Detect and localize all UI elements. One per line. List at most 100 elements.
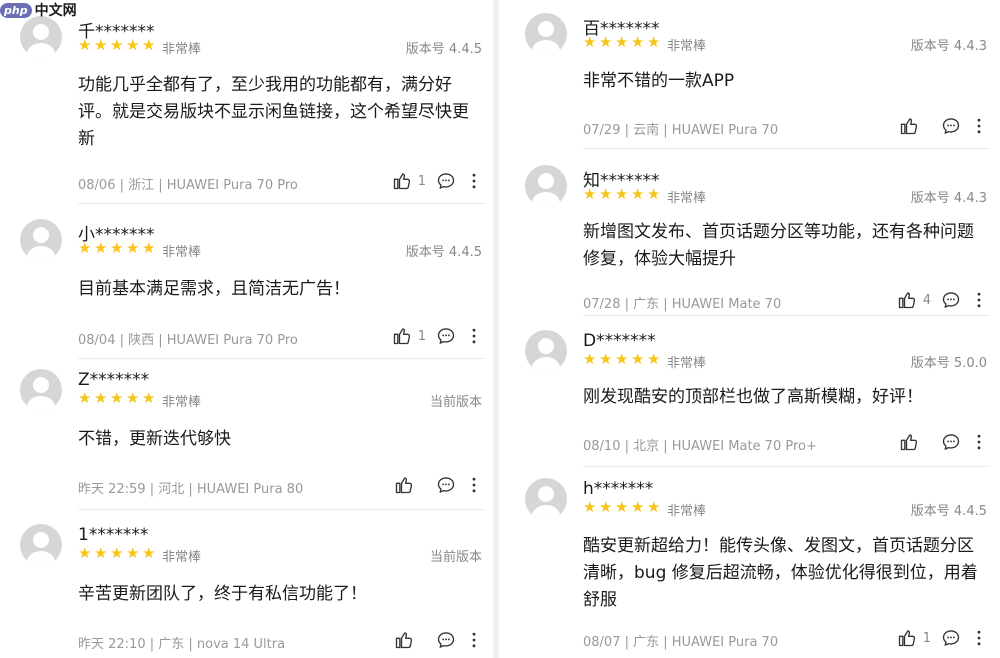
star-icon: ★ [599, 350, 613, 368]
avatar-icon[interactable] [525, 13, 567, 55]
review-actions [394, 475, 482, 495]
more-vertical-icon [977, 630, 981, 646]
review-meta: 07/28 | 广东 | HUAWEI Mate 70 [583, 297, 782, 312]
version-label: 版本号 4.4.3 [910, 191, 987, 206]
more-button[interactable] [971, 628, 987, 648]
star-icon: ★ [78, 36, 92, 54]
rating-label: 非常棒 [667, 504, 707, 519]
review-card: 1******* ★ ★ ★ ★ ★ 非常棒 当前版本 辛苦更新团队了，终于有私信功能了… [0, 524, 485, 654]
star-icon: ★ [110, 239, 124, 257]
version-label: 版本号 5.0.0 [910, 356, 987, 371]
review-column-right: 百******* ★ ★ ★ ★ ★ 非常棒 版本号 4.4.3 非常不错的一款APP … [505, 0, 990, 658]
comment-icon [942, 630, 960, 646]
more-button[interactable] [971, 116, 987, 136]
like-button[interactable] [899, 432, 931, 452]
star-icon: ★ [583, 33, 597, 51]
like-count: 1 [417, 328, 426, 344]
more-button[interactable] [466, 326, 482, 346]
star-icon: ★ [583, 350, 597, 368]
like-button[interactable]: 1 [392, 326, 426, 346]
like-count: 4 [922, 292, 931, 308]
thumbs-up-icon [393, 328, 410, 345]
like-button[interactable] [394, 475, 426, 495]
star-rating: ★ ★ ★ ★ ★ [78, 391, 157, 406]
avatar-icon[interactable] [525, 478, 567, 520]
avatar-icon[interactable] [525, 330, 567, 372]
more-vertical-icon [977, 118, 981, 134]
comment-button[interactable] [436, 475, 456, 495]
review-text: 不错，更新迭代够快 [78, 429, 231, 449]
star-icon: ★ [631, 185, 645, 203]
review-card: 小******* ★ ★ ★ ★ ★ 非常棒 版本号 4.4.5 目前基本满足需求，且简… [0, 219, 485, 359]
comment-button[interactable] [436, 171, 456, 191]
thumbs-up-icon [898, 292, 915, 309]
comment-button[interactable] [941, 290, 961, 310]
avatar-icon[interactable] [20, 369, 62, 411]
more-button[interactable] [971, 290, 987, 310]
review-card: 百******* ★ ★ ★ ★ ★ 非常棒 版本号 4.4.3 非常不错的一款APP … [505, 13, 990, 149]
star-icon: ★ [647, 33, 661, 51]
star-icon: ★ [94, 544, 108, 562]
more-button[interactable] [466, 475, 482, 495]
avatar-icon[interactable] [525, 165, 567, 207]
divider [583, 466, 990, 467]
user-name[interactable]: h******* [583, 479, 653, 499]
like-button[interactable]: 1 [897, 628, 931, 648]
star-icon: ★ [94, 36, 108, 54]
divider [583, 148, 990, 149]
comment-button[interactable] [941, 628, 961, 648]
like-button[interactable]: 1 [392, 171, 426, 191]
star-icon: ★ [142, 544, 156, 562]
user-name[interactable]: 1******* [78, 525, 148, 545]
star-icon: ★ [615, 185, 629, 203]
review-card: Z******* ★ ★ ★ ★ ★ 非常棒 当前版本 不错，更新迭代够快 昨天 22:… [0, 369, 485, 510]
review-meta: 08/06 | 浙江 | HUAWEI Pura 70 Pro [78, 178, 298, 193]
like-button[interactable]: 4 [897, 290, 931, 310]
comment-button[interactable] [436, 630, 456, 650]
star-icon: ★ [615, 498, 629, 516]
review-text: 辛苦更新团队了，终于有私信功能了！ [78, 584, 367, 604]
review-meta: 08/04 | 陕西 | HUAWEI Pura 70 Pro [78, 333, 298, 348]
thumbs-up-icon [395, 632, 413, 649]
star-icon: ★ [631, 498, 645, 516]
review-text: 酷安更新超给力！能传头像、发图文，首页话题分区清晰，bug 修复后超流畅，体验优… [583, 536, 978, 610]
user-name[interactable]: Z******* [78, 370, 149, 390]
more-button[interactable] [466, 171, 482, 191]
comment-icon [437, 632, 455, 648]
comment-button[interactable] [941, 432, 961, 452]
comment-button[interactable] [941, 116, 961, 136]
more-button[interactable] [466, 630, 482, 650]
review-column-left: 千******* ★ ★ ★ ★ ★ 非常棒 版本号 4.4.5 功能几乎全都有了，至少… [0, 0, 485, 658]
like-button[interactable] [394, 630, 426, 650]
user-name[interactable]: D******* [583, 331, 656, 351]
rating-label: 非常棒 [162, 42, 202, 57]
star-icon: ★ [583, 498, 597, 516]
avatar-icon[interactable] [20, 219, 62, 261]
review-text: 刚发现酷安的顶部栏也做了高斯模糊，好评！ [583, 387, 923, 407]
review-actions [394, 630, 482, 650]
star-icon: ★ [599, 33, 613, 51]
thumbs-up-icon [900, 118, 918, 135]
star-icon: ★ [647, 185, 661, 203]
star-rating: ★ ★ ★ ★ ★ [78, 241, 157, 256]
like-button[interactable] [899, 116, 931, 136]
like-count: 1 [922, 630, 931, 646]
avatar-icon[interactable] [20, 524, 62, 566]
version-label: 版本号 4.4.5 [405, 42, 482, 57]
comment-button[interactable] [436, 326, 456, 346]
divider [78, 358, 485, 359]
review-actions: 1 [392, 326, 482, 346]
rating-label: 非常棒 [667, 356, 707, 371]
avatar-icon[interactable] [20, 16, 62, 58]
divider [583, 315, 990, 316]
watermark: php 中文网 [0, 0, 77, 20]
rating-label: 非常棒 [162, 395, 202, 410]
more-button[interactable] [971, 432, 987, 452]
comment-icon [437, 328, 455, 344]
star-icon: ★ [142, 389, 156, 407]
review-actions: 1 [392, 171, 482, 191]
watermark-badge: php [0, 2, 32, 18]
review-actions: 1 [897, 628, 987, 648]
star-icon: ★ [631, 33, 645, 51]
star-icon: ★ [583, 185, 597, 203]
